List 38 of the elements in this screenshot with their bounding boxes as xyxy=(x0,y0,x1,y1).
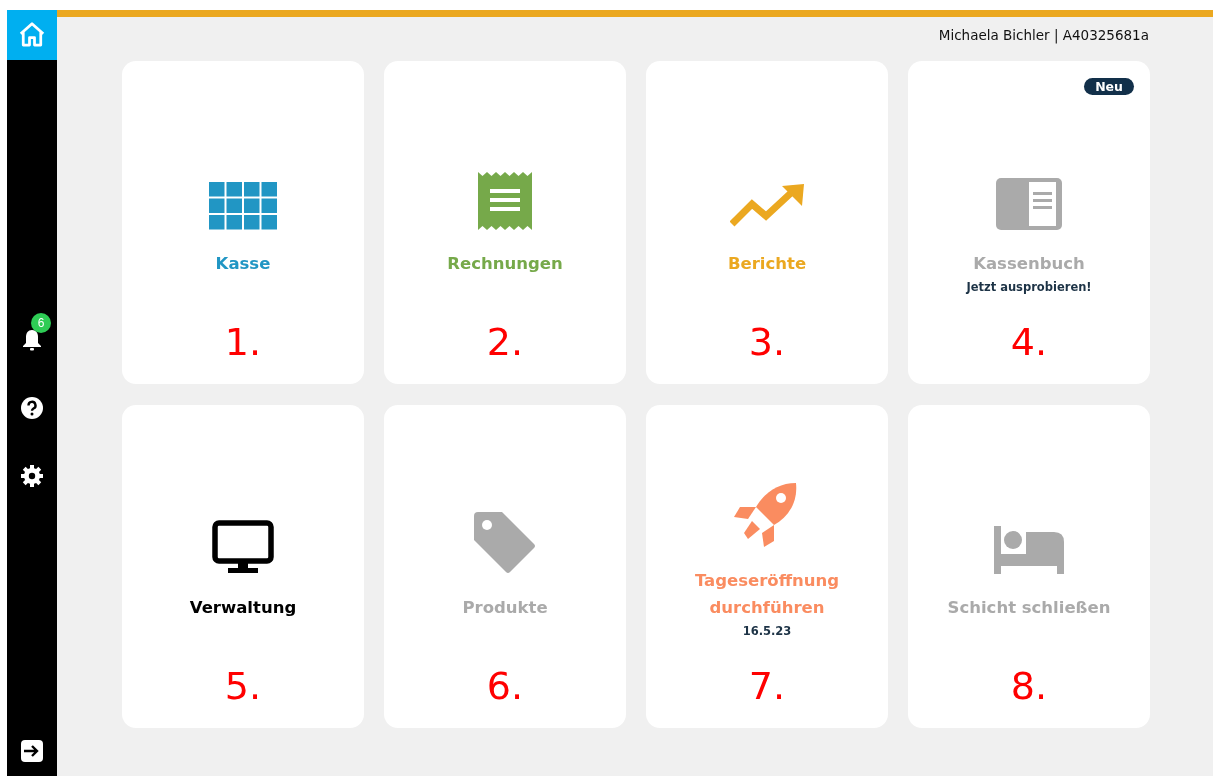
tile-label: Berichte xyxy=(727,253,807,275)
bed-icon xyxy=(994,526,1064,574)
tile-label: Tageseröffnung durchführen xyxy=(693,570,841,619)
tile-card[interactable]: Tageseröffnung durchführen 16.5.23 7. xyxy=(646,405,888,728)
help-icon xyxy=(21,397,43,419)
tag-icon xyxy=(474,512,536,574)
logout-icon xyxy=(21,740,43,762)
tile-label: Schicht schließen xyxy=(947,597,1111,619)
monitor-icon xyxy=(212,520,274,574)
tile-label: Rechnungen xyxy=(447,253,563,275)
tile-subtitle: Jetzt ausprobieren! xyxy=(966,280,1092,296)
annotation-number: 2. xyxy=(486,320,524,364)
tile-label: Verwaltung xyxy=(189,597,297,619)
tile-label: Kasse xyxy=(215,253,271,275)
annotation-number: 3. xyxy=(748,320,786,364)
annotation-number: 4. xyxy=(1010,320,1048,364)
tile-label: Produkte xyxy=(462,597,548,619)
annotation-number: 7. xyxy=(748,664,786,708)
tile-card[interactable]: Berichte 3. xyxy=(646,61,888,384)
tile-card[interactable]: Verwaltung 5. xyxy=(122,405,364,728)
grid-icon xyxy=(209,182,277,230)
tile-card[interactable]: Neu Kassenbuch Jetzt ausprobieren! 4. xyxy=(908,61,1150,384)
user-name: Michaela Bichler | A40325681a xyxy=(938,27,1149,43)
tile-card[interactable]: Schicht schließen 8. xyxy=(908,405,1150,728)
annotation-number: 6. xyxy=(486,664,524,708)
new-badge: Neu xyxy=(1084,78,1134,95)
tile-card[interactable]: Kasse 1. xyxy=(122,61,364,384)
annotation-number: 1. xyxy=(224,320,262,364)
bell-icon xyxy=(21,328,43,352)
book-icon xyxy=(996,178,1062,230)
tile-label: Kassenbuch xyxy=(973,253,1085,275)
annotation-number: 8. xyxy=(1010,664,1048,708)
tile-subtitle: 16.5.23 xyxy=(742,624,792,640)
annotation-number: 5. xyxy=(224,664,262,708)
tile-card[interactable]: Rechnungen 2. xyxy=(384,61,626,384)
notification-count-badge: 6 xyxy=(31,313,51,333)
receipt-icon xyxy=(478,172,532,230)
tile-card[interactable]: Produkte 6. xyxy=(384,405,626,728)
